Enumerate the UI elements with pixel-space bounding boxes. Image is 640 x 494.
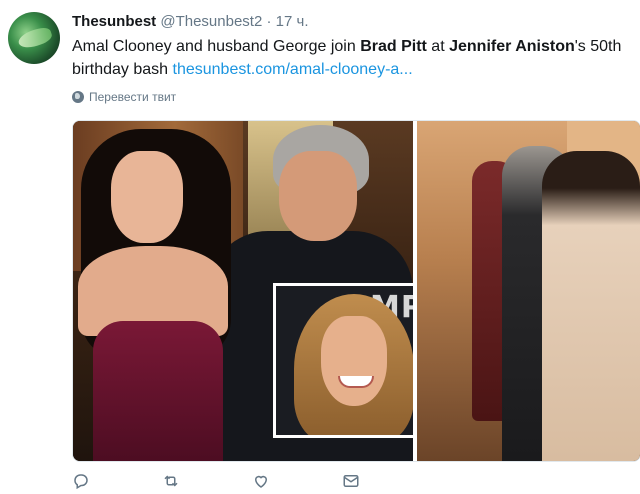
- tweet-text-part: Amal Clooney and husband George join: [72, 38, 361, 55]
- photo-woman-dress: [93, 321, 223, 461]
- tweet-media[interactable]: MPI: [72, 120, 640, 462]
- avatar-image: [16, 25, 54, 51]
- author-name[interactable]: Thesunbest: [72, 13, 156, 30]
- photo-right: [417, 121, 640, 461]
- mention-jennifer-aniston: Jennifer Aniston: [449, 38, 575, 55]
- like-button[interactable]: [252, 472, 342, 490]
- globe-icon: [72, 91, 84, 103]
- mention-brad-pitt: Brad Pitt: [360, 38, 427, 55]
- tweet-actions: [72, 470, 432, 492]
- photo-man-face: [279, 151, 357, 241]
- avatar[interactable]: [8, 12, 60, 64]
- author-handle[interactable]: @Thesunbest2: [160, 13, 262, 30]
- reply-button[interactable]: [72, 472, 162, 490]
- tweet-text: Amal Clooney and husband George join Bra…: [72, 35, 627, 81]
- inset-face: [321, 316, 387, 406]
- retweet-icon: [164, 475, 178, 487]
- photo-left: MPI: [73, 121, 443, 461]
- separator: ·: [266, 13, 272, 30]
- retweet-button[interactable]: [162, 472, 252, 490]
- photo-woman-face: [111, 151, 183, 243]
- tweet-header: Thesunbest @Thesunbest2 · 17 ч.: [72, 12, 630, 32]
- tweet-text-part: at: [426, 38, 450, 55]
- article-link[interactable]: thesunbest.com/amal-clooney-a...: [173, 61, 413, 78]
- translate-label: Перевести твит: [89, 90, 177, 104]
- photo-right-man-shirt: [542, 151, 640, 461]
- reply-icon: [74, 474, 88, 490]
- tweet-time[interactable]: 17 ч.: [276, 13, 309, 30]
- translate-tweet-button[interactable]: Перевести твит: [72, 90, 176, 104]
- direct-message-button[interactable]: [342, 472, 432, 490]
- dm-icon: [343, 475, 359, 487]
- like-icon: [254, 475, 268, 488]
